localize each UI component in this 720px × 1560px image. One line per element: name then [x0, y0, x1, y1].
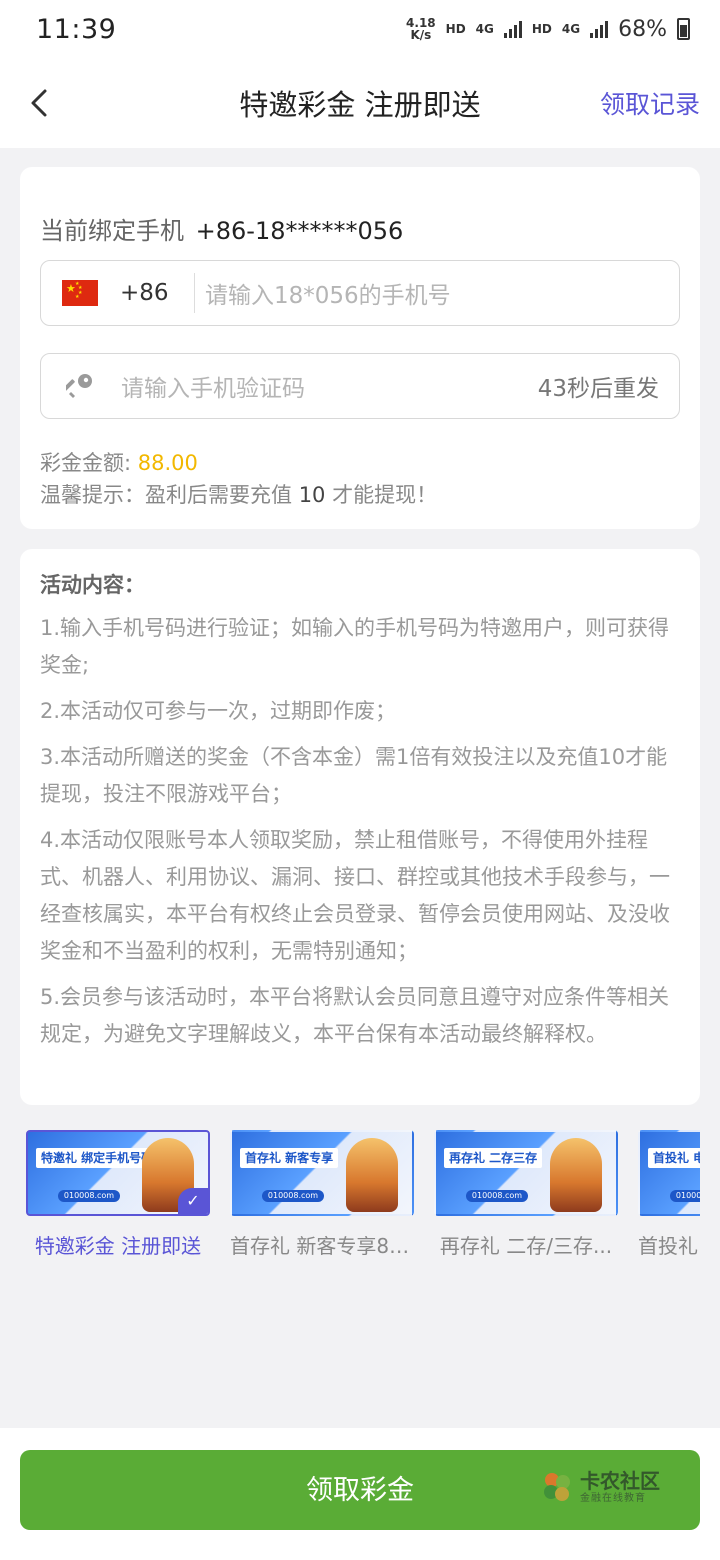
network-type-icon-2: 4G: [561, 22, 581, 36]
promo-banner-url: 010008.com: [466, 1190, 528, 1202]
watermark-main: 卡农社区: [580, 1468, 660, 1493]
promo-banner-url: 010008.com: [670, 1190, 700, 1202]
hd-icon: HD: [445, 22, 466, 36]
bonus-amount-label: 彩金金额:: [40, 451, 138, 475]
battery-percent: 68%: [618, 16, 667, 42]
china-flag-icon[interactable]: ★ ★ ★ ★ ★: [62, 280, 98, 306]
activity-rule-3: 3.本活动所赠送的奖金（不含本金）需1倍有效投注以及充值10才能提现，投注不限游…: [40, 745, 668, 806]
mascot-image: [550, 1138, 602, 1212]
promo-caption[interactable]: 再存礼 二存/三存...: [434, 1230, 618, 1259]
key-icon: [63, 369, 97, 403]
header: 特邀彩金 注册即送 领取记录: [0, 58, 720, 148]
signal-icon: [503, 20, 522, 38]
bound-phone-row: 当前绑定手机 +86-18******056: [40, 211, 403, 246]
activity-rule-1: 1.输入手机号码进行验证；如输入的手机号码为特邀用户，则可获得奖金;: [40, 616, 670, 677]
watermark-text: 卡农社区 金融在线教育: [580, 1471, 660, 1504]
promo-caption[interactable]: 首存礼 新客专享88...: [230, 1230, 414, 1259]
activity-title: 活动内容：: [40, 573, 145, 597]
promo-banner-url: 010008.com: [58, 1190, 120, 1202]
phone-input-placeholder[interactable]: 请输入18*056的手机号: [205, 276, 451, 310]
promo-banner[interactable]: 首投礼 电 010008.com: [638, 1130, 700, 1216]
promo-caption[interactable]: 首投礼: [638, 1230, 700, 1259]
promo-carousel[interactable]: 特邀礼 绑定手机号码 010008.com ✓ 特邀彩金 注册即送 首存礼 新客…: [26, 1130, 700, 1260]
promo-banner[interactable]: 首存礼 新客专享 010008.com: [230, 1130, 414, 1216]
activity-rules-card: 活动内容： 1.输入手机号码进行验证；如输入的手机号码为特邀用户，则可获得奖金;…: [20, 549, 700, 1105]
battery-icon: [677, 18, 690, 40]
verification-code-placeholder[interactable]: 请输入手机验证码: [121, 369, 538, 403]
status-icons: 4.18 K/s HD 4G HD 4G 68%: [406, 17, 690, 42]
register-form-card: 当前绑定手机 +86-18******056 ★ ★ ★ ★ ★ +86 请输入…: [20, 167, 700, 529]
promo-banner-text: 再存礼 二存三存: [444, 1148, 543, 1168]
promo-caption[interactable]: 特邀彩金 注册即送: [26, 1230, 210, 1259]
activity-rule-4: 4.本活动仅限账号本人领取奖励，禁止租借账号，不得使用外挂程式、机器人、利用协议…: [40, 828, 670, 963]
status-time: 11:39: [36, 13, 117, 45]
promo-item[interactable]: 首存礼 新客专享 010008.com 首存礼 新客专享88...: [230, 1130, 414, 1259]
bound-phone-number: +86-18******056: [195, 217, 404, 245]
selected-check-icon: ✓: [178, 1188, 208, 1214]
field-divider: [194, 273, 195, 313]
claim-records-link[interactable]: 领取记录: [600, 58, 700, 148]
network-type-icon: 4G: [475, 22, 494, 36]
warm-tip-prefix: 温馨提示：盈利后需要充值: [40, 483, 299, 507]
promo-banner-url: 010008.com: [262, 1190, 324, 1202]
watermark: 卡农社区 金融在线教育: [540, 1470, 660, 1504]
promo-banner-text: 首投礼 电: [648, 1148, 700, 1168]
bonus-amount-value: 88.00: [137, 451, 198, 475]
activity-rule-5: 5.会员参与该活动时，本平台将默认会员同意且遵守对应条件等相关规定，为避免文字理…: [40, 985, 670, 1046]
promo-banner-text: 首存礼 新客专享: [240, 1148, 339, 1168]
bonus-amount: 彩金金额: 88.00: [40, 447, 198, 477]
watermark-logo-icon: [540, 1470, 574, 1504]
phone-input-field[interactable]: ★ ★ ★ ★ ★ +86 请输入18*056的手机号: [40, 260, 680, 326]
verification-code-field[interactable]: 请输入手机验证码 43秒后重发: [40, 353, 680, 419]
hd-icon-2: HD: [531, 22, 552, 36]
watermark-sub: 金融在线教育: [580, 1492, 646, 1504]
warm-tip-suffix: 才能提现！: [325, 483, 438, 507]
promo-item[interactable]: 再存礼 二存三存 010008.com 再存礼 二存/三存...: [434, 1130, 618, 1259]
promo-item[interactable]: 首投礼 电 010008.com 首投礼: [638, 1130, 700, 1259]
signal-icon-2: [590, 20, 609, 38]
status-bar: 11:39 4.18 K/s HD 4G HD 4G 68%: [0, 0, 720, 58]
activity-rule-2: 2.本活动仅可参与一次，过期即作废；: [40, 699, 397, 723]
warm-tip: 温馨提示：盈利后需要充值 10 才能提现！: [40, 479, 437, 509]
resend-countdown[interactable]: 43秒后重发: [538, 369, 659, 403]
country-code-selector[interactable]: +86: [120, 280, 175, 306]
mascot-image: [346, 1138, 398, 1212]
promo-banner-text: 特邀礼 绑定手机号码: [36, 1148, 159, 1168]
warm-tip-number: 10: [298, 483, 326, 507]
network-speed: 4.18 K/s: [406, 17, 436, 41]
promo-banner[interactable]: 再存礼 二存三存 010008.com: [434, 1130, 618, 1216]
promo-item[interactable]: 特邀礼 绑定手机号码 010008.com ✓ 特邀彩金 注册即送: [26, 1130, 210, 1259]
network-speed-unit: K/s: [410, 28, 432, 42]
promo-banner[interactable]: 特邀礼 绑定手机号码 010008.com ✓: [26, 1130, 210, 1216]
bound-phone-label: 当前绑定手机: [40, 217, 184, 245]
